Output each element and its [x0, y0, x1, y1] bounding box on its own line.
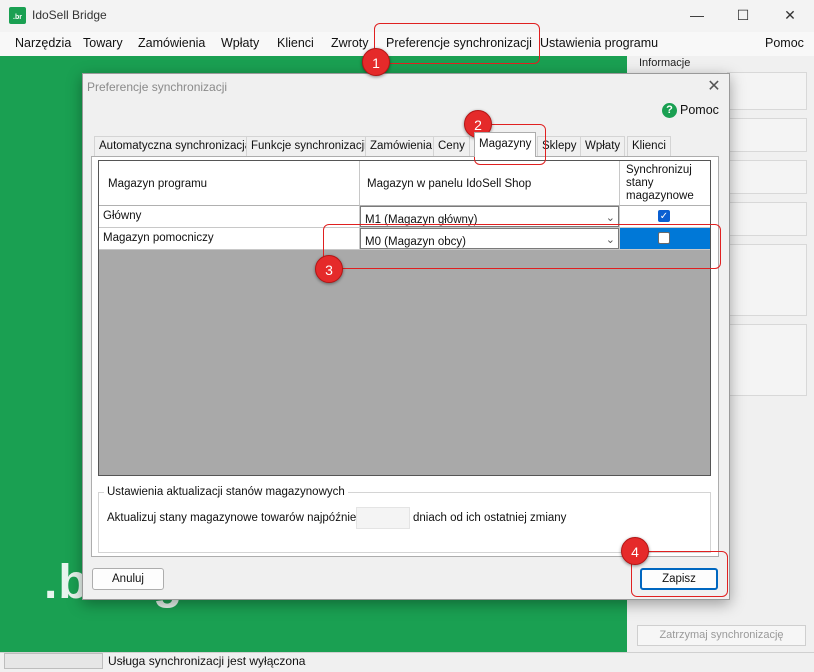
info-label: Informacje: [639, 57, 691, 69]
help-icon[interactable]: ?: [662, 103, 677, 118]
tab-wplaty[interactable]: Wpłaty: [580, 136, 626, 156]
cell-program-warehouse[interactable]: Magazyn pomocniczy: [99, 228, 360, 250]
dialog-close-button[interactable]: ✕: [703, 77, 725, 97]
info-box: [727, 72, 807, 110]
annotation-highlight: [323, 224, 721, 269]
menu-zamowienia[interactable]: Zamówienia: [138, 36, 205, 50]
stop-sync-button[interactable]: Zatrzymaj synchronizację: [637, 625, 806, 646]
help-link[interactable]: Pomoc: [680, 103, 719, 117]
update-days-input[interactable]: [356, 507, 410, 529]
column-header-sync-stock[interactable]: Synchronizuj stany magazynowe: [620, 161, 710, 206]
tab-funkcje-synchronizacji[interactable]: Funkcje synchronizacji: [246, 136, 372, 156]
annotation-badge: 4: [621, 537, 649, 565]
info-box: [727, 160, 807, 194]
tab-klienci[interactable]: Klienci: [627, 136, 671, 156]
minimize-button[interactable]: —: [674, 0, 720, 32]
tab-magazyny[interactable]: Magazyny: [474, 132, 537, 157]
status-text: Usługa synchronizacji jest wyłączona: [108, 654, 306, 668]
menu-ustawienia-programu[interactable]: Ustawienia programu: [540, 36, 658, 50]
maximize-button[interactable]: ☐: [720, 0, 766, 32]
sync-stock-checkbox[interactable]: ✓: [658, 210, 670, 222]
column-header-line: stany: [626, 177, 654, 189]
column-header-label: Magazyn programu: [108, 178, 208, 190]
update-days-label-before: Aktualizuj stany magazynowe towarów najp…: [107, 512, 375, 524]
tab-zamowienia[interactable]: Zamówienia: [365, 136, 437, 156]
cancel-button[interactable]: Anuluj: [92, 568, 164, 590]
group-title: Ustawienia aktualizacji stanów magazynow…: [104, 486, 348, 498]
info-box: [727, 118, 807, 152]
info-box: [727, 324, 807, 396]
column-header-label: Synchronizuj stany magazynowe: [626, 164, 694, 203]
tab-ceny[interactable]: Ceny: [433, 136, 470, 156]
column-header-label: Magazyn w panelu IdoSell Shop: [367, 178, 532, 190]
annotation-highlight: [374, 23, 540, 64]
column-header-program-warehouse[interactable]: Magazyn programu: [99, 161, 360, 206]
menu-klienci[interactable]: Klienci: [277, 36, 314, 50]
annotation-badge: 1: [362, 48, 390, 76]
menu-pomoc[interactable]: Pomoc: [765, 36, 804, 50]
column-header-shop-warehouse[interactable]: Magazyn w panelu IdoSell Shop: [360, 161, 620, 206]
window-title: IdoSell Bridge: [32, 8, 107, 22]
menu-zwroty[interactable]: Zwroty: [331, 36, 369, 50]
column-header-line: magazynowe: [626, 190, 694, 202]
info-box: [727, 202, 807, 236]
status-progress: [4, 653, 103, 669]
annotation-badge: 3: [315, 255, 343, 283]
menu-towary[interactable]: Towary: [83, 36, 123, 50]
menu-wplaty[interactable]: Wpłaty: [221, 36, 259, 50]
tab-automatyczna-synchronizacja[interactable]: Automatyczna synchronizacja: [94, 136, 257, 156]
update-days-label-after: dniach od ich ostatniej zmiany: [413, 512, 567, 524]
close-window-button[interactable]: ✕: [767, 0, 813, 32]
cell-program-warehouse[interactable]: Główny: [99, 206, 360, 228]
column-header-line: Synchronizuj: [626, 164, 692, 176]
info-box: [727, 244, 807, 316]
menu-narzedzia[interactable]: Narzędzia: [15, 36, 71, 50]
app-logo-icon: .br: [9, 7, 26, 24]
dialog-title: Preferencje synchronizacji: [87, 80, 228, 94]
